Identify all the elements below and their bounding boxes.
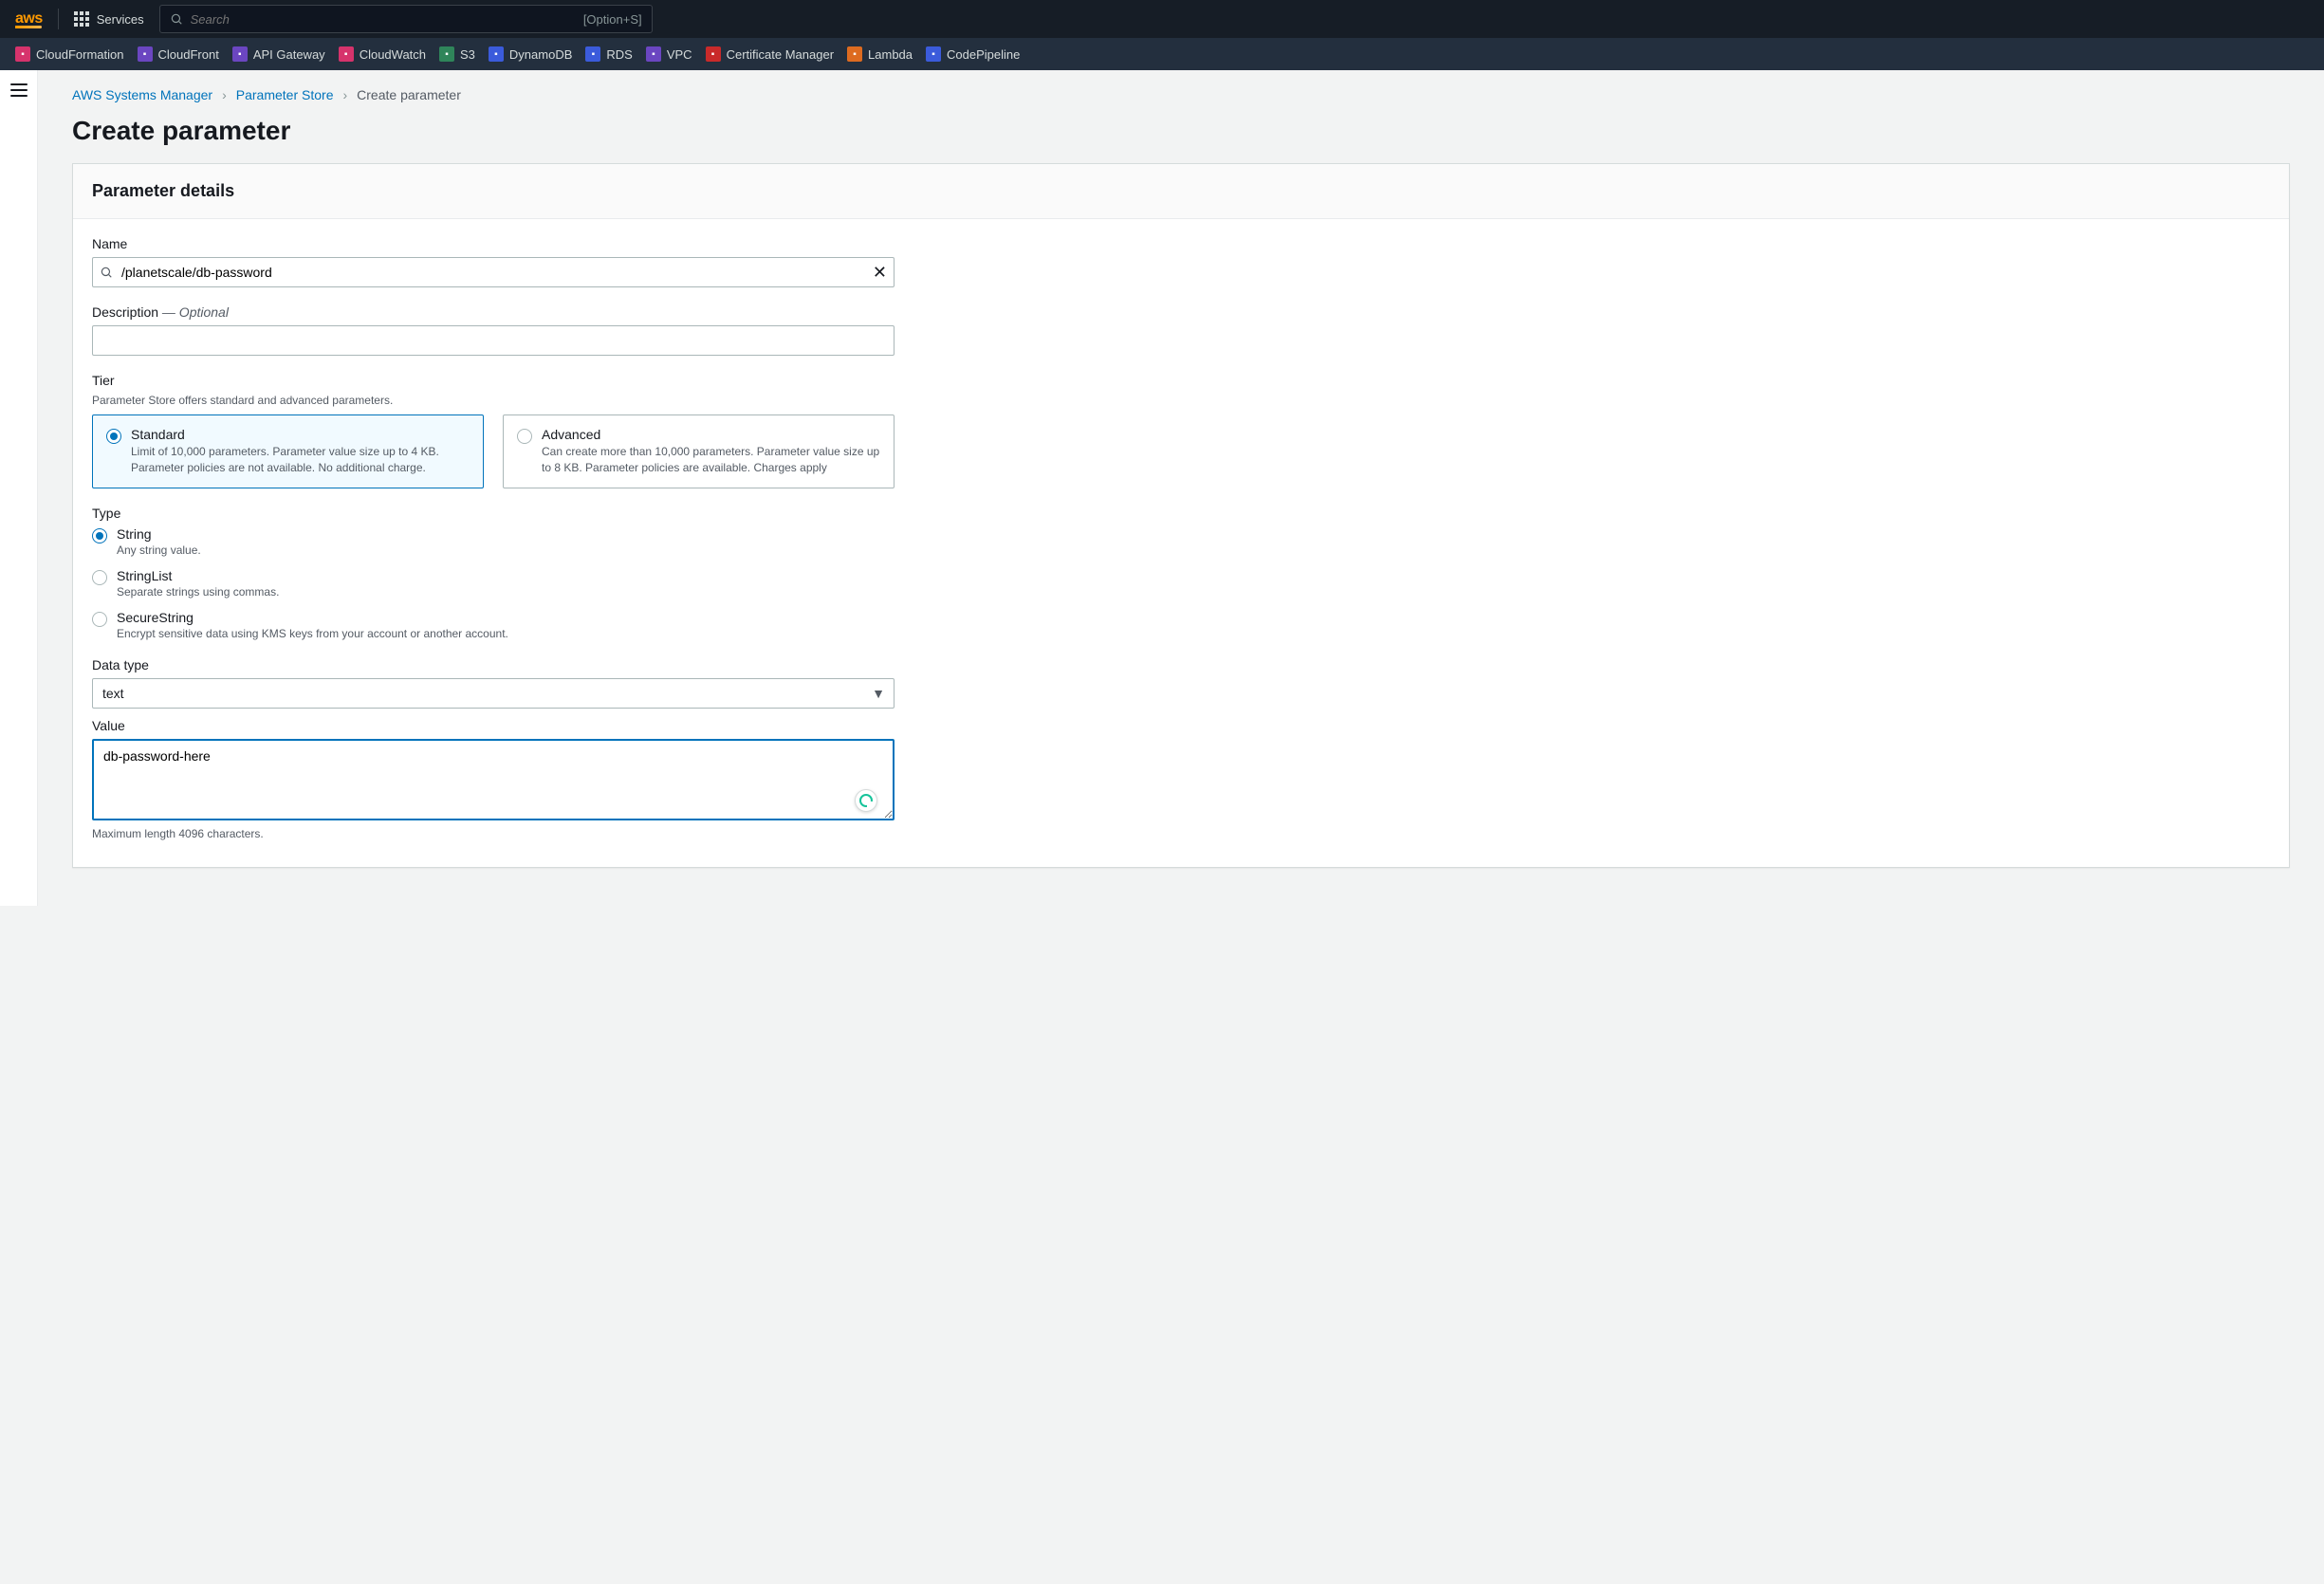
service-icon: ▪ — [232, 46, 248, 62]
grammarly-icon[interactable] — [855, 789, 877, 812]
service-shortcut-bar: ▪ CloudFormation ▪ CloudFront ▪ API Gateway ▪ C… — [0, 38, 2324, 70]
value-hint: Maximum length 4096 characters. — [92, 827, 895, 840]
service-icon: ▪ — [706, 46, 721, 62]
description-input[interactable] — [92, 325, 895, 356]
service-icon: ▪ — [439, 46, 454, 62]
side-panel-toggle-column — [0, 70, 38, 906]
services-menu-button[interactable]: Services — [74, 11, 144, 27]
type-option-desc: Any string value. — [117, 543, 201, 557]
service-shortcut[interactable]: ▪ VPC — [646, 46, 692, 62]
page-title: Create parameter — [72, 116, 2290, 146]
tier-option-standard[interactable]: Standard Limit of 10,000 parameters. Par… — [92, 414, 484, 488]
clear-input-icon[interactable]: ✕ — [873, 264, 887, 281]
service-label: DynamoDB — [509, 47, 572, 62]
service-icon: ▪ — [926, 46, 941, 62]
service-icon: ▪ — [489, 46, 504, 62]
radio-icon — [106, 429, 121, 444]
value-label: Value — [92, 718, 895, 733]
service-label: CodePipeline — [947, 47, 1020, 62]
breadcrumb-root[interactable]: AWS Systems Manager — [72, 87, 212, 102]
name-input[interactable] — [92, 257, 895, 287]
search-icon — [170, 12, 183, 26]
service-label: CloudFormation — [36, 47, 124, 62]
type-option-title: SecureString — [117, 610, 508, 625]
service-label: VPC — [667, 47, 692, 62]
service-shortcut[interactable]: ▪ DynamoDB — [489, 46, 572, 62]
service-label: API Gateway — [253, 47, 325, 62]
type-option-stringlist[interactable]: StringList Separate strings using commas… — [92, 568, 895, 599]
service-label: S3 — [460, 47, 475, 62]
search-input[interactable] — [191, 12, 576, 27]
service-label: RDS — [606, 47, 632, 62]
panel-header: Parameter details — [73, 164, 2289, 219]
tier-hint: Parameter Store offers standard and adva… — [92, 394, 895, 407]
service-shortcut[interactable]: ▪ Lambda — [847, 46, 913, 62]
type-option-securestring[interactable]: SecureString Encrypt sensitive data usin… — [92, 610, 895, 640]
service-icon: ▪ — [585, 46, 600, 62]
type-option-desc: Encrypt sensitive data using KMS keys fr… — [117, 627, 508, 640]
type-option-title: StringList — [117, 568, 279, 583]
breadcrumb-parameter-store[interactable]: Parameter Store — [236, 87, 334, 102]
tier-option-desc: Limit of 10,000 parameters. Parameter va… — [131, 444, 470, 476]
type-option-string[interactable]: String Any string value. — [92, 526, 895, 557]
tier-option-advanced[interactable]: Advanced Can create more than 10,000 par… — [503, 414, 895, 488]
data-type-field: Data type text ▼ — [92, 657, 895, 709]
search-icon — [100, 266, 113, 279]
service-shortcut[interactable]: ▪ Certificate Manager — [706, 46, 834, 62]
aws-logo[interactable]: aws — [15, 10, 43, 28]
divider — [58, 9, 59, 29]
top-nav: aws Services [Option+S] — [0, 0, 2324, 38]
value-field: Value Maximum length 4096 characters. — [92, 718, 895, 840]
description-field: Description — Optional — [92, 304, 895, 356]
service-icon: ▪ — [847, 46, 862, 62]
breadcrumb: AWS Systems Manager › Parameter Store › … — [72, 87, 2290, 102]
radio-icon — [92, 612, 107, 627]
service-icon: ▪ — [138, 46, 153, 62]
data-type-label: Data type — [92, 657, 895, 672]
service-shortcut[interactable]: ▪ CloudWatch — [339, 46, 426, 62]
tier-option-title: Standard — [131, 427, 470, 442]
search-shortcut: [Option+S] — [583, 12, 642, 27]
chevron-right-icon: › — [342, 87, 347, 102]
breadcrumb-current: Create parameter — [357, 87, 461, 102]
main-content: AWS Systems Manager › Parameter Store › … — [38, 70, 2324, 906]
service-shortcut[interactable]: ▪ CloudFormation — [15, 46, 124, 62]
services-grid-icon — [74, 11, 89, 27]
global-search[interactable]: [Option+S] — [159, 5, 653, 33]
radio-icon — [92, 528, 107, 543]
description-label: Description — Optional — [92, 304, 895, 320]
name-field: Name ✕ — [92, 236, 895, 287]
services-label: Services — [97, 12, 144, 27]
service-label: CloudFront — [158, 47, 219, 62]
type-field: Type String Any string value. StringList… — [92, 506, 895, 640]
service-label: Certificate Manager — [727, 47, 834, 62]
chevron-right-icon: › — [222, 87, 227, 102]
tier-option-title: Advanced — [542, 427, 880, 442]
data-type-value: text — [102, 686, 124, 701]
service-icon: ▪ — [646, 46, 661, 62]
service-shortcut[interactable]: ▪ CodePipeline — [926, 46, 1020, 62]
service-icon: ▪ — [339, 46, 354, 62]
type-option-title: String — [117, 526, 201, 542]
value-textarea[interactable] — [92, 739, 895, 820]
service-shortcut[interactable]: ▪ API Gateway — [232, 46, 325, 62]
tier-option-desc: Can create more than 10,000 parameters. … — [542, 444, 880, 476]
tier-label: Tier — [92, 373, 895, 388]
radio-icon — [517, 429, 532, 444]
type-label: Type — [92, 506, 895, 521]
data-type-select[interactable]: text — [92, 678, 895, 709]
service-label: Lambda — [868, 47, 913, 62]
service-shortcut[interactable]: ▪ CloudFront — [138, 46, 219, 62]
radio-icon — [92, 570, 107, 585]
tier-field: Tier Parameter Store offers standard and… — [92, 373, 895, 488]
service-shortcut[interactable]: ▪ RDS — [585, 46, 632, 62]
service-label: CloudWatch — [360, 47, 426, 62]
panel-title: Parameter details — [92, 181, 2270, 201]
type-option-desc: Separate strings using commas. — [117, 585, 279, 599]
hamburger-icon[interactable] — [10, 83, 28, 97]
service-icon: ▪ — [15, 46, 30, 62]
parameter-details-panel: Parameter details Name ✕ Description — O… — [72, 163, 2290, 868]
service-shortcut[interactable]: ▪ S3 — [439, 46, 475, 62]
name-label: Name — [92, 236, 895, 251]
